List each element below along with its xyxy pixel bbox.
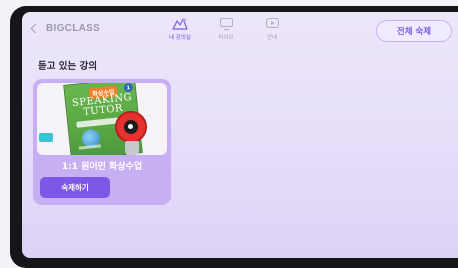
do-homework-button[interactable]: 숙제하기	[40, 177, 110, 198]
video-camera-icon	[39, 133, 53, 142]
course-card[interactable]: 화상수업 1 SPEAKING TUTOR 1:1 원어민 화상수업 숙제하기	[33, 79, 171, 205]
tab-my-classroom[interactable]: 내 강의실	[162, 17, 198, 41]
tab-five[interactable]: 파이브	[208, 17, 244, 41]
tab-bar: 내 강의실 파이브 안내	[162, 17, 290, 41]
all-homework-button[interactable]: 전체 숙제	[376, 20, 452, 42]
chevron-left-icon	[30, 23, 41, 34]
book-footer-bar	[78, 144, 101, 150]
classroom-icon	[172, 18, 188, 30]
monitor-icon	[216, 17, 236, 31]
app-screen: BIGCLASS 내 강의실 파이브 안내 전체 숙제 듣고 있는 강의 화상수…	[22, 12, 458, 258]
section-title: 듣고 있는 강의	[38, 61, 98, 72]
top-bar: BIGCLASS 내 강의실 파이브 안내 전체 숙제	[22, 12, 458, 50]
course-title: 1:1 원어민 화상수업	[61, 162, 143, 172]
tab-guide[interactable]: 안내	[254, 17, 290, 41]
play-icon	[262, 17, 282, 31]
webcam-stand	[125, 141, 139, 155]
tab-my-classroom-label: 내 강의실	[169, 35, 191, 41]
course-thumbnail: 화상수업 1 SPEAKING TUTOR	[37, 83, 167, 155]
tab-guide-label: 안내	[266, 35, 278, 41]
tab-five-label: 파이브	[218, 35, 234, 41]
webcam-icon	[115, 111, 147, 143]
back-button[interactable]: BIGCLASS	[30, 23, 101, 34]
back-label: BIGCLASS	[46, 23, 101, 34]
